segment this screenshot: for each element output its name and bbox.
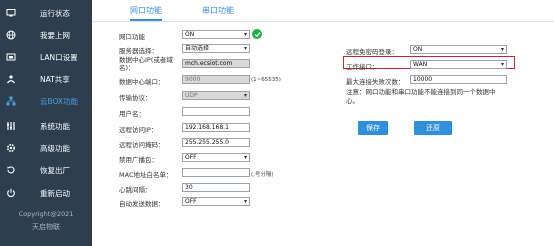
remote-login-select[interactable]: ON xyxy=(410,45,507,54)
sidebar-item-advanced[interactable]: 高级功能 xyxy=(0,137,92,159)
protocol-select[interactable]: UDP xyxy=(182,91,250,100)
sidebar-item-label: 系统功能 xyxy=(40,121,70,131)
sidebar-item-internet[interactable]: 我要上网 xyxy=(0,24,92,46)
broadcast-select[interactable]: OFF xyxy=(182,153,250,162)
mac-separator-hint: (,号分隔) xyxy=(251,172,274,178)
datacenter-ip-label: 数据中心IP(或者域名)： xyxy=(119,56,173,72)
protocol-label: 传输协议： xyxy=(119,94,152,102)
sidebar-item-reboot[interactable]: 重新启动 xyxy=(0,182,92,204)
restore-icon xyxy=(6,165,16,175)
sidebar-item-label: 重新启动 xyxy=(40,188,70,198)
remote-login-label: 远程免密码登录： xyxy=(346,48,398,56)
sidebar-item-label: 云BOX功能 xyxy=(40,96,79,106)
globe-icon xyxy=(6,30,16,40)
max-retry-input[interactable]: 10000 xyxy=(410,75,507,84)
sidebar-item-status[interactable]: 运行状态 xyxy=(0,2,92,24)
sidebar-item-factory-reset[interactable]: 恢复出厂 xyxy=(0,159,92,181)
cloud-network-icon xyxy=(6,96,16,106)
tab-network-port[interactable]: 网口功能 xyxy=(130,5,162,21)
sidebar-item-label: LAN口设置 xyxy=(40,52,78,62)
remote-mask-label: 远程访问掩码： xyxy=(119,141,165,149)
sidebar-item-label: 高级功能 xyxy=(40,143,70,153)
share-icon xyxy=(6,74,16,84)
work-port-select[interactable]: WAN xyxy=(410,60,507,69)
sidebar-item-label: NAT共享 xyxy=(40,74,70,84)
username-input[interactable] xyxy=(182,107,250,116)
server-select[interactable]: 自动选择 xyxy=(182,44,250,53)
sidebar-item-system[interactable]: 系统功能 xyxy=(0,115,92,137)
datacenter-port-input[interactable]: 9000 xyxy=(182,75,250,84)
tab-serial-port[interactable]: 串口功能 xyxy=(202,5,234,16)
remote-mask-input[interactable]: 255.255.255.0 xyxy=(182,138,250,147)
mac-whitelist-label: MAC地址白名单： xyxy=(119,171,173,179)
net-func-label: 网口功能 xyxy=(119,33,145,41)
copyright-text: Copyright@2021 xyxy=(18,210,74,218)
sidebar: 运行状态 我要上网 LAN口设置 NAT共享 云BOX功能 系统功能 高级功能 … xyxy=(0,0,92,246)
check-ok-icon xyxy=(252,29,262,39)
sidebar-item-cloudbox[interactable]: 云BOX功能 xyxy=(0,90,92,112)
auto-send-label: 自动发送数据： xyxy=(119,200,165,208)
work-port-label: 工作接口： xyxy=(346,63,379,71)
warning-note: 注意：网口功能和串口功能不能连接到同一个数据中心。 xyxy=(346,88,496,105)
heartbeat-label: 心跳间隔： xyxy=(119,186,152,194)
sidebar-item-label: 运行状态 xyxy=(40,8,70,18)
restore-button[interactable]: 还原 xyxy=(414,121,452,135)
port-range-hint: (1~65535) xyxy=(251,77,281,83)
wrench-icon xyxy=(6,121,16,131)
max-retry-label: 最大连接失败次数： xyxy=(346,78,405,86)
company-name: 天启物联 xyxy=(32,223,60,231)
server-select-label: 服务器选择： xyxy=(119,47,158,55)
gear-icon xyxy=(6,143,16,153)
sidebar-item-lan[interactable]: LAN口设置 xyxy=(0,46,92,68)
tab-bar: 网口功能 串口功能 xyxy=(92,0,554,22)
lan-port-icon xyxy=(6,52,16,62)
mac-whitelist-input[interactable] xyxy=(182,168,250,177)
sidebar-item-label: 恢复出厂 xyxy=(40,165,70,175)
auto-send-select[interactable]: OFF xyxy=(182,197,250,206)
sidebar-item-label: 我要上网 xyxy=(40,30,70,40)
sidebar-item-nat[interactable]: NAT共享 xyxy=(0,68,92,90)
monitor-icon xyxy=(6,8,16,18)
datacenter-port-label: 数据中心端口： xyxy=(119,78,165,86)
power-icon xyxy=(6,188,16,198)
remote-ip-input[interactable]: 192.168.168.1 xyxy=(182,123,250,132)
datacenter-ip-input[interactable]: mch.ecsiot.com xyxy=(182,59,250,68)
broadcast-label: 禁用广播包： xyxy=(119,156,158,164)
save-button[interactable]: 保存 xyxy=(358,121,388,135)
heartbeat-input[interactable]: 30 xyxy=(182,183,250,192)
remote-ip-label: 远程访问IP： xyxy=(119,126,158,134)
username-label: 用户名： xyxy=(119,110,145,118)
net-func-select[interactable]: ON xyxy=(182,30,250,39)
